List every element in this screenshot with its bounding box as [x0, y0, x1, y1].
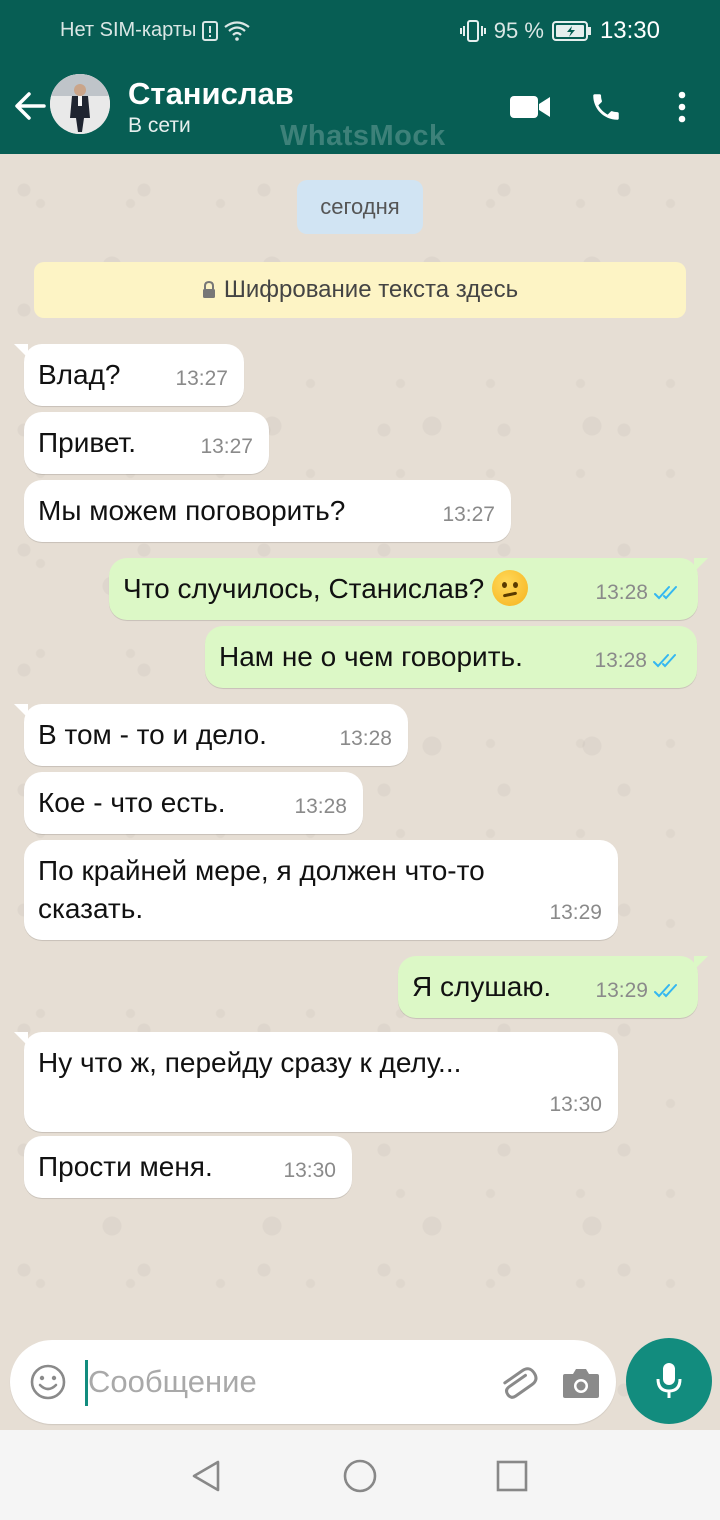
- nav-home-icon: [343, 1459, 377, 1493]
- camera-button[interactable]: [558, 1360, 604, 1406]
- back-arrow-icon: [15, 92, 46, 120]
- message-bubble-in[interactable]: Прости меня. 13:30: [24, 1136, 352, 1198]
- vibrate-icon: [459, 20, 486, 42]
- message-meta: 13:29: [549, 894, 602, 932]
- status-left: Нет SIM-карты: [60, 19, 251, 42]
- lock-icon: [202, 281, 215, 298]
- nav-recents-icon: [496, 1460, 528, 1492]
- avatar[interactable]: [50, 74, 110, 134]
- nav-back-icon: [192, 1460, 220, 1492]
- video-call-icon: [510, 96, 550, 118]
- message-time: 13:29: [549, 901, 602, 924]
- avatar-image: [50, 74, 110, 134]
- message-text: Ну что ж, перейду сразу к делу...: [38, 1047, 462, 1078]
- double-check-read-icon: [654, 984, 677, 998]
- attach-button[interactable]: [494, 1360, 540, 1406]
- message-bubble-in[interactable]: Кое - что есть. 13:28: [24, 772, 363, 834]
- message-time: 13:28: [595, 581, 648, 604]
- phone-icon: [593, 94, 619, 120]
- chat-area[interactable]: сегодня Шифрование текста здесь Влад? 13…: [0, 154, 720, 1430]
- message-meta: 13:27: [200, 428, 253, 466]
- message-composer: [10, 1340, 616, 1424]
- message-meta: 13:30: [549, 1086, 602, 1124]
- message-text: Мы можем поговорить?: [38, 495, 346, 526]
- back-button[interactable]: [10, 84, 50, 128]
- message-bubble-in[interactable]: В том - то и дело. 13:28: [14, 704, 408, 766]
- message-meta: 13:27: [442, 496, 495, 534]
- message-time: 13:30: [549, 1093, 602, 1116]
- encryption-text: Шифрование текста здесь: [223, 276, 519, 303]
- paperclip-icon: [503, 1367, 538, 1399]
- message-text: Нам не о чем говорить.: [219, 641, 523, 672]
- message-text: Я слушаю.: [412, 971, 552, 1002]
- contact-status: В сети: [128, 114, 191, 137]
- no-sim-icon: [202, 20, 219, 41]
- message-text: Что случилось, Станислав?: [123, 573, 485, 604]
- more-options-button[interactable]: [658, 82, 706, 132]
- emoji-icon: [30, 1364, 66, 1400]
- confused-face-emoji: [492, 569, 529, 606]
- battery-percent: 95 %: [493, 18, 544, 43]
- message-text: Влад?: [38, 359, 121, 390]
- message-meta: 13:28: [594, 642, 681, 680]
- encryption-notice[interactable]: Шифрование текста здесь: [34, 262, 686, 318]
- message-bubble-in[interactable]: Ну что ж, перейду сразу к делу... 13:30: [14, 1032, 618, 1132]
- message-meta: 13:27: [175, 360, 228, 398]
- system-nav-bar: [0, 1430, 720, 1520]
- carrier-text: Нет SIM-карты: [60, 19, 197, 41]
- message-text: Привет.: [38, 427, 137, 458]
- emoji-button[interactable]: [28, 1362, 68, 1402]
- message-text: В том - то и дело.: [38, 719, 267, 750]
- app-bar: Станислав В сети WhatsMock: [0, 62, 720, 154]
- message-bubble-out[interactable]: Нам не о чем говорить. 13:28: [205, 626, 697, 688]
- microphone-icon: [656, 1363, 682, 1398]
- nav-recents-button[interactable]: [492, 1456, 532, 1496]
- message-meta: 13:28: [595, 574, 682, 612]
- video-call-button[interactable]: [506, 82, 554, 132]
- message-time: 13:27: [200, 435, 253, 458]
- watermark: WhatsMock: [280, 120, 446, 152]
- message-meta: 13:29: [595, 972, 682, 1010]
- nav-home-button[interactable]: [340, 1456, 380, 1496]
- message-time: 13:28: [294, 795, 347, 818]
- contact-name[interactable]: Станислав: [128, 76, 294, 112]
- message-meta: 13:28: [339, 720, 392, 758]
- wifi-icon: [224, 20, 251, 41]
- message-time: 13:27: [175, 367, 228, 390]
- message-text: По крайней мере, я должен что-то сказать…: [38, 855, 485, 924]
- message-meta: 13:30: [283, 1152, 336, 1190]
- status-bar: Нет SIM-карты 95 % 13:30: [0, 0, 720, 62]
- message-time: 13:30: [283, 1159, 336, 1182]
- message-bubble-in[interactable]: По крайней мере, я должен что-то сказать…: [24, 840, 618, 940]
- camera-icon: [563, 1369, 599, 1398]
- message-input[interactable]: [88, 1354, 488, 1410]
- message-time: 13:29: [595, 979, 648, 1002]
- message-meta: 13:28: [294, 788, 347, 826]
- message-time: 13:28: [594, 649, 647, 672]
- nav-back-button[interactable]: [186, 1456, 226, 1496]
- more-vert-icon: [678, 91, 686, 123]
- voice-call-button[interactable]: [582, 82, 630, 132]
- double-check-read-icon: [653, 654, 676, 668]
- clock: 13:30: [599, 17, 660, 44]
- message-text: Кое - что есть.: [38, 787, 226, 818]
- message-time: 13:28: [339, 727, 392, 750]
- message-bubble-in[interactable]: Влад? 13:27: [14, 344, 244, 406]
- message-bubble-in[interactable]: Мы можем поговорить? 13:27: [24, 480, 511, 542]
- message-bubble-out[interactable]: Я слушаю. 13:29: [398, 956, 708, 1018]
- double-check-read-icon: [654, 586, 677, 600]
- status-right: 95 % 13:30: [459, 17, 660, 45]
- date-chip: сегодня: [297, 180, 423, 234]
- message-time: 13:27: [442, 503, 495, 526]
- message-text: Прости меня.: [38, 1151, 213, 1182]
- voice-record-button[interactable]: [626, 1338, 712, 1424]
- message-bubble-in[interactable]: Привет. 13:27: [24, 412, 269, 474]
- chat-header: Нет SIM-карты 95 % 13:30 Станислав В сет…: [0, 0, 720, 154]
- message-bubble-out[interactable]: Что случилось, Станислав? 13:28: [109, 558, 708, 620]
- battery-icon: [551, 21, 591, 41]
